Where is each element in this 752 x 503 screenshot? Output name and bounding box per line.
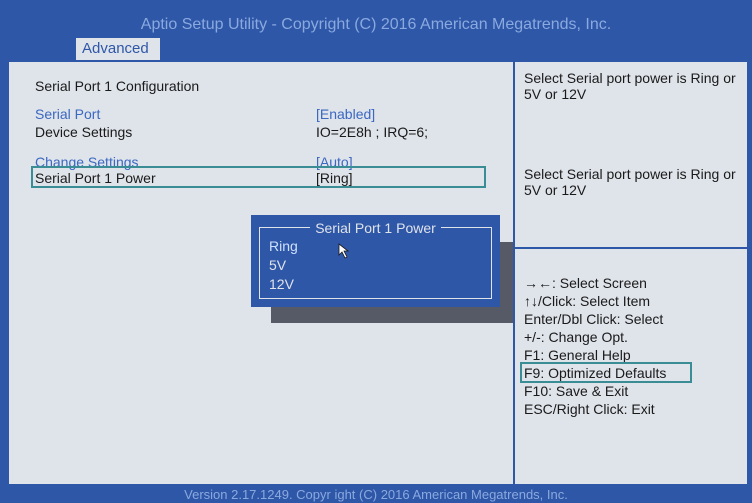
options-popup: Serial Port 1 Power Ring 5V 12V: [251, 215, 500, 307]
option-12v[interactable]: 12V: [269, 276, 294, 292]
serial-port-value[interactable]: [Enabled]: [316, 106, 375, 122]
serial-port-1-power-value[interactable]: [Ring]: [316, 170, 353, 186]
key-general-help: F1: General Help: [524, 347, 631, 363]
device-settings-value: IO=2E8h ; IRQ=6;: [316, 124, 429, 140]
key-exit: ESC/Right Click: Exit: [524, 401, 655, 417]
serial-port-1-power-label[interactable]: Serial Port 1 Power: [35, 170, 156, 186]
footer-version: Version 2.17.1249. Copyr ight (C) 2016 A…: [184, 487, 568, 502]
header-bar: Aptio Setup Utility - Copyright (C) 2016…: [0, 0, 752, 61]
key-change-opt: +/-: Change Opt.: [524, 329, 628, 345]
option-ring[interactable]: Ring: [269, 238, 298, 254]
key-select-screen: →←: Select Screen: [524, 275, 647, 291]
mouse-cursor-icon: [338, 243, 350, 259]
key-save-exit: F10: Save & Exit: [524, 383, 629, 399]
help-description: Select Serial port power is Ring or 5V o…: [524, 166, 736, 198]
key-select-item: ↑↓/Click: Select Item: [524, 293, 651, 309]
device-settings-label: Device Settings: [35, 124, 133, 140]
help-description-top: Select Serial port power is Ring or 5V o…: [524, 70, 736, 102]
tab-advanced[interactable]: Advanced: [76, 38, 160, 60]
serial-port-label[interactable]: Serial Port: [35, 106, 100, 122]
help-divider: [515, 247, 747, 249]
panel-divider: [513, 62, 515, 484]
main-panel: Serial Port 1 Configuration Serial Port …: [8, 61, 748, 485]
key-optimized-defaults: F9: Optimized Defaults: [524, 365, 667, 381]
header-title: Aptio Setup Utility - Copyright (C) 2016…: [140, 16, 612, 33]
option-5v[interactable]: 5V: [269, 257, 286, 273]
section-title: Serial Port 1 Configuration: [35, 78, 200, 94]
key-enter-select: Enter/Dbl Click: Select: [524, 311, 664, 327]
popup-title: Serial Port 1 Power: [310, 220, 441, 236]
footer-bar: Version 2.17.1249. Copyr ight (C) 2016 A…: [0, 485, 752, 503]
